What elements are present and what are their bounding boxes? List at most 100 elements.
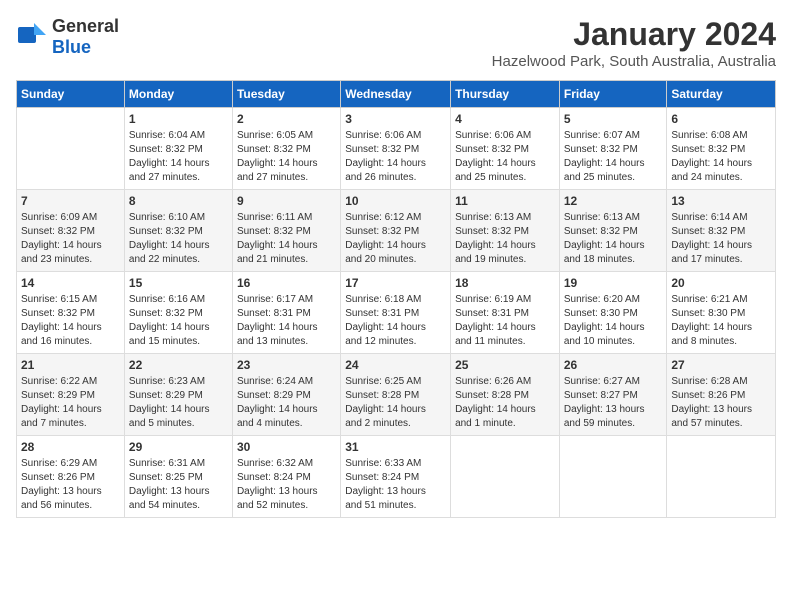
- header-day-saturday: Saturday: [667, 81, 776, 108]
- calendar-cell: [667, 436, 776, 518]
- header-day-thursday: Thursday: [451, 81, 560, 108]
- calendar-title: January 2024: [492, 16, 776, 53]
- day-number: 31: [345, 440, 446, 454]
- week-row-2: 14 Sunrise: 6:15 AM Sunset: 8:32 PM Dayli…: [17, 272, 776, 354]
- calendar-cell: 23 Sunrise: 6:24 AM Sunset: 8:29 PM Dayli…: [232, 354, 340, 436]
- calendar-cell: 14 Sunrise: 6:15 AM Sunset: 8:32 PM Dayli…: [17, 272, 125, 354]
- day-number: 10: [345, 194, 446, 208]
- day-info: Sunrise: 6:25 AM Sunset: 8:28 PM Dayligh…: [345, 375, 446, 431]
- day-info: Sunrise: 6:29 AM Sunset: 8:26 PM Dayligh…: [21, 457, 120, 513]
- calendar-body: 1 Sunrise: 6:04 AM Sunset: 8:32 PM Daylig…: [17, 108, 776, 518]
- calendar-cell: 12 Sunrise: 6:13 AM Sunset: 8:32 PM Dayli…: [559, 190, 667, 272]
- calendar-cell: 28Sunrise: 6:29 AM Sunset: 8:26 PM Dayli…: [17, 436, 125, 518]
- day-info: Sunrise: 6:07 AM Sunset: 8:32 PM Dayligh…: [564, 129, 663, 185]
- day-info: Sunrise: 6:12 AM Sunset: 8:32 PM Dayligh…: [345, 211, 446, 267]
- calendar-cell: 6 Sunrise: 6:08 AM Sunset: 8:32 PM Daylig…: [667, 108, 776, 190]
- calendar-cell: 22 Sunrise: 6:23 AM Sunset: 8:29 PM Dayli…: [124, 354, 232, 436]
- day-info: Sunrise: 6:23 AM Sunset: 8:29 PM Dayligh…: [129, 375, 228, 431]
- day-number: 5: [564, 112, 663, 126]
- day-info: Sunrise: 6:32 AM Sunset: 8:24 PM Dayligh…: [237, 457, 336, 513]
- calendar-cell: 25 Sunrise: 6:26 AM Sunset: 8:28 PM Dayli…: [451, 354, 560, 436]
- day-number: 13: [671, 194, 771, 208]
- calendar-cell: [451, 436, 560, 518]
- day-number: 29: [129, 440, 228, 454]
- day-info: Sunrise: 6:19 AM Sunset: 8:31 PM Dayligh…: [455, 293, 555, 349]
- day-number: 21: [21, 358, 120, 372]
- calendar-cell: 26Sunrise: 6:27 AM Sunset: 8:27 PM Dayli…: [559, 354, 667, 436]
- day-number: 3: [345, 112, 446, 126]
- day-number: 25: [455, 358, 555, 372]
- day-number: 12: [564, 194, 663, 208]
- calendar-cell: 18Sunrise: 6:19 AM Sunset: 8:31 PM Dayli…: [451, 272, 560, 354]
- day-info: Sunrise: 6:17 AM Sunset: 8:31 PM Dayligh…: [237, 293, 336, 349]
- calendar-cell: 27 Sunrise: 6:28 AM Sunset: 8:26 PM Dayli…: [667, 354, 776, 436]
- day-info: Sunrise: 6:21 AM Sunset: 8:30 PM Dayligh…: [671, 293, 771, 349]
- calendar-cell: [559, 436, 667, 518]
- calendar-cell: 10 Sunrise: 6:12 AM Sunset: 8:32 PM Dayli…: [341, 190, 451, 272]
- day-info: Sunrise: 6:06 AM Sunset: 8:32 PM Dayligh…: [345, 129, 446, 185]
- day-number: 30: [237, 440, 336, 454]
- calendar-cell: [17, 108, 125, 190]
- day-number: 6: [671, 112, 771, 126]
- day-number: 24: [345, 358, 446, 372]
- calendar-cell: 8Sunrise: 6:10 AM Sunset: 8:32 PM Daylig…: [124, 190, 232, 272]
- day-number: 16: [237, 276, 336, 290]
- calendar-cell: 17 Sunrise: 6:18 AM Sunset: 8:31 PM Dayli…: [341, 272, 451, 354]
- day-info: Sunrise: 6:13 AM Sunset: 8:32 PM Dayligh…: [564, 211, 663, 267]
- day-info: Sunrise: 6:28 AM Sunset: 8:26 PM Dayligh…: [671, 375, 771, 431]
- calendar-cell: 21 Sunrise: 6:22 AM Sunset: 8:29 PM Dayli…: [17, 354, 125, 436]
- header-row: SundayMondayTuesdayWednesdayThursdayFrid…: [17, 81, 776, 108]
- calendar-subtitle: Hazelwood Park, South Australia, Austral…: [492, 53, 776, 70]
- day-info: Sunrise: 6:13 AM Sunset: 8:32 PM Dayligh…: [455, 211, 555, 267]
- day-number: 14: [21, 276, 120, 290]
- day-info: Sunrise: 6:06 AM Sunset: 8:32 PM Dayligh…: [455, 129, 555, 185]
- logo-icon: [16, 19, 48, 56]
- day-number: 9: [237, 194, 336, 208]
- calendar-table: SundayMondayTuesdayWednesdayThursdayFrid…: [16, 80, 776, 518]
- day-info: Sunrise: 6:15 AM Sunset: 8:32 PM Dayligh…: [21, 293, 120, 349]
- day-number: 11: [455, 194, 555, 208]
- calendar-cell: 11 Sunrise: 6:13 AM Sunset: 8:32 PM Dayli…: [451, 190, 560, 272]
- day-number: 23: [237, 358, 336, 372]
- day-number: 8: [129, 194, 228, 208]
- calendar-cell: 15Sunrise: 6:16 AM Sunset: 8:32 PM Dayli…: [124, 272, 232, 354]
- calendar-cell: 19Sunrise: 6:20 AM Sunset: 8:30 PM Dayli…: [559, 272, 667, 354]
- header-area: General Blue January 2024 Hazelwood Park…: [16, 16, 776, 70]
- header-day-monday: Monday: [124, 81, 232, 108]
- calendar-cell: 5 Sunrise: 6:07 AM Sunset: 8:32 PM Daylig…: [559, 108, 667, 190]
- day-info: Sunrise: 6:31 AM Sunset: 8:25 PM Dayligh…: [129, 457, 228, 513]
- day-number: 2: [237, 112, 336, 126]
- day-number: 1: [129, 112, 228, 126]
- calendar-cell: 1 Sunrise: 6:04 AM Sunset: 8:32 PM Daylig…: [124, 108, 232, 190]
- logo-blue: Blue: [52, 37, 91, 57]
- day-info: Sunrise: 6:14 AM Sunset: 8:32 PM Dayligh…: [671, 211, 771, 267]
- day-number: 15: [129, 276, 228, 290]
- header-day-friday: Friday: [559, 81, 667, 108]
- day-info: Sunrise: 6:18 AM Sunset: 8:31 PM Dayligh…: [345, 293, 446, 349]
- header-day-tuesday: Tuesday: [232, 81, 340, 108]
- day-info: Sunrise: 6:11 AM Sunset: 8:32 PM Dayligh…: [237, 211, 336, 267]
- calendar-cell: 16 Sunrise: 6:17 AM Sunset: 8:31 PM Dayli…: [232, 272, 340, 354]
- calendar-cell: 9 Sunrise: 6:11 AM Sunset: 8:32 PM Daylig…: [232, 190, 340, 272]
- day-info: Sunrise: 6:04 AM Sunset: 8:32 PM Dayligh…: [129, 129, 228, 185]
- calendar-cell: 4 Sunrise: 6:06 AM Sunset: 8:32 PM Daylig…: [451, 108, 560, 190]
- day-number: 17: [345, 276, 446, 290]
- day-number: 27: [671, 358, 771, 372]
- day-info: Sunrise: 6:26 AM Sunset: 8:28 PM Dayligh…: [455, 375, 555, 431]
- header-day-sunday: Sunday: [17, 81, 125, 108]
- day-info: Sunrise: 6:22 AM Sunset: 8:29 PM Dayligh…: [21, 375, 120, 431]
- logo: General Blue: [16, 16, 119, 58]
- calendar-cell: 30 Sunrise: 6:32 AM Sunset: 8:24 PM Dayli…: [232, 436, 340, 518]
- day-number: 4: [455, 112, 555, 126]
- day-info: Sunrise: 6:08 AM Sunset: 8:32 PM Dayligh…: [671, 129, 771, 185]
- calendar-cell: 2 Sunrise: 6:05 AM Sunset: 8:32 PM Daylig…: [232, 108, 340, 190]
- day-info: Sunrise: 6:24 AM Sunset: 8:29 PM Dayligh…: [237, 375, 336, 431]
- logo-general: General: [52, 16, 119, 36]
- calendar-cell: 3 Sunrise: 6:06 AM Sunset: 8:32 PM Daylig…: [341, 108, 451, 190]
- day-number: 22: [129, 358, 228, 372]
- day-info: Sunrise: 6:33 AM Sunset: 8:24 PM Dayligh…: [345, 457, 446, 513]
- title-area: January 2024 Hazelwood Park, South Austr…: [492, 16, 776, 70]
- day-info: Sunrise: 6:20 AM Sunset: 8:30 PM Dayligh…: [564, 293, 663, 349]
- day-number: 7: [21, 194, 120, 208]
- day-info: Sunrise: 6:05 AM Sunset: 8:32 PM Dayligh…: [237, 129, 336, 185]
